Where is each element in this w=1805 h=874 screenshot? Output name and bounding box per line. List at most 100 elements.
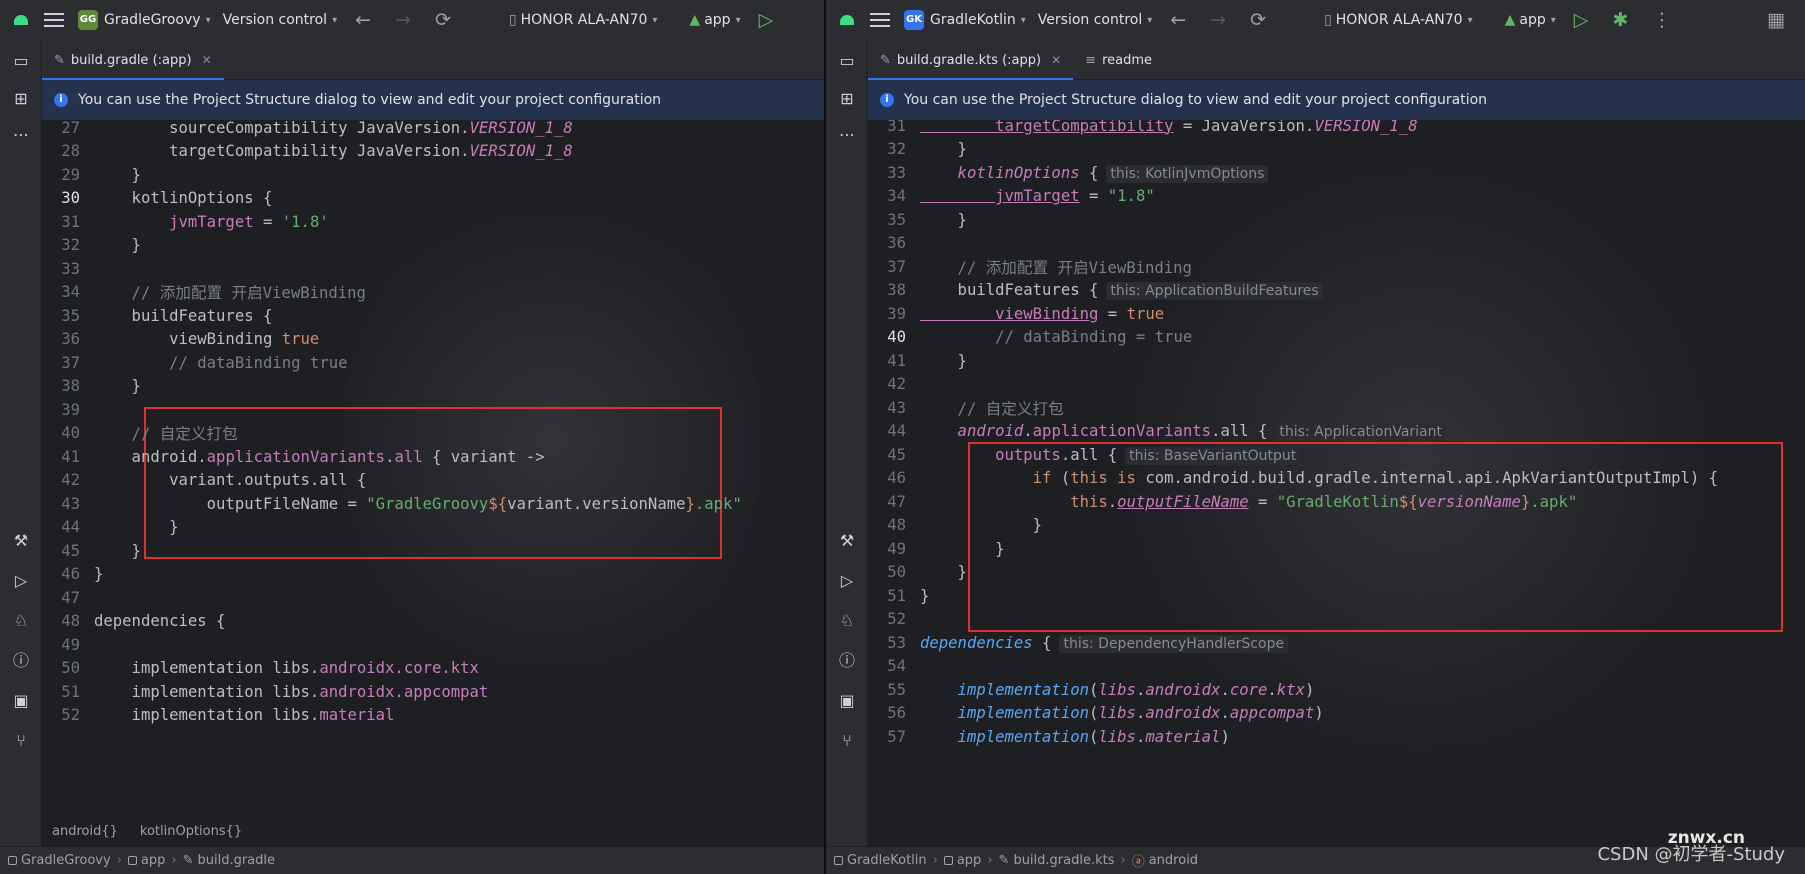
breadcrumb-item[interactable]: kotlinOptions{} <box>140 824 242 839</box>
terminal-icon[interactable]: ▣ <box>836 690 858 712</box>
code-text: implementation libs.androidx.core.ktx <box>94 659 479 677</box>
structure-icon[interactable]: ⊞ <box>10 88 32 110</box>
line-number: 35 <box>887 210 906 229</box>
main-toolbar: GG GradleGroovy ▾ Version control ▾ ← → ⟳ ▯… <box>0 0 824 40</box>
forward-arrow-icon[interactable]: → <box>383 9 423 31</box>
status-scope[interactable]: android <box>1149 853 1198 868</box>
line-number: 47 <box>61 588 80 607</box>
folder-icon[interactable]: ▭ <box>836 50 858 72</box>
project-selector[interactable]: GG GradleGroovy ▾ <box>72 0 217 40</box>
code-text: this.outputFileName = "GradleKotlin${ver… <box>920 493 1577 511</box>
run-icon[interactable]: ▷ <box>747 9 786 31</box>
code-token: } <box>920 210 967 229</box>
status-file[interactable]: build.gradle <box>197 853 275 868</box>
code-token: . <box>1220 704 1230 722</box>
line-number: 45 <box>887 445 906 464</box>
close-icon[interactable]: ✕ <box>202 53 212 67</box>
code-token: kotlinOptions <box>920 163 1080 182</box>
vcs-menu[interactable]: Version control ▾ <box>217 0 344 40</box>
line-number: 39 <box>61 400 80 419</box>
code-token: ( <box>1051 469 1071 487</box>
close-icon[interactable]: ✕ <box>1051 53 1061 67</box>
status-project[interactable]: GradleGroovy <box>21 853 111 868</box>
git-icon[interactable]: ⑂ <box>836 730 858 752</box>
code-text: implementation(libs.androidx.core.ktx) <box>920 680 1315 699</box>
more-icon[interactable]: ⋯ <box>836 124 858 146</box>
git-icon[interactable]: ⑂ <box>10 730 32 752</box>
code-text: kotlinOptions {this: KotlinJvmOptions <box>920 163 1269 183</box>
line-number: 42 <box>887 375 906 393</box>
code-token: ${ <box>1398 492 1418 511</box>
sync-icon[interactable]: ⟳ <box>1238 9 1278 31</box>
code-editor[interactable]: 27 sourceCompatibility JavaVersion.VERSI… <box>42 120 824 816</box>
problems-icon[interactable]: ⓘ <box>836 650 858 672</box>
code-token: } <box>94 541 141 560</box>
code-token: core <box>1229 680 1268 699</box>
status-project[interactable]: GradleKotlin <box>847 853 927 868</box>
tab-build-gradle-kts[interactable]: ✎ build.gradle.kts (:app) ✕ <box>868 40 1074 80</box>
code-text: jvmTarget = "1.8" <box>920 187 1155 205</box>
app-inspection-icon[interactable]: ♘ <box>10 610 32 632</box>
project-selector[interactable]: GK GradleKotlin ▾ <box>898 0 1032 40</box>
app-inspection-icon[interactable]: ♘ <box>836 610 858 632</box>
terminal-icon[interactable]: ▣ <box>10 690 32 712</box>
folder-icon[interactable]: ▭ <box>10 50 32 72</box>
code-line[interactable]: 57 implementation(libs.material) <box>868 723 1805 750</box>
run-tool-icon[interactable]: ▷ <box>836 570 858 592</box>
build-icon[interactable]: ⚒ <box>10 530 32 552</box>
layout-icon[interactable]: ▦ <box>1755 9 1797 31</box>
tab-build-gradle[interactable]: ✎ build.gradle (:app) ✕ <box>42 40 224 80</box>
status-module[interactable]: app <box>957 853 981 868</box>
device-selector[interactable]: ▯ HONOR ALA-AN70 ▾ <box>1318 0 1479 40</box>
inlay-hint: this: DependencyHandlerScope <box>1059 634 1289 653</box>
forward-arrow-icon[interactable]: → <box>1198 9 1238 31</box>
sync-icon[interactable]: ⟳ <box>423 9 463 31</box>
code-token: } <box>685 494 695 513</box>
more-icon[interactable]: ⋯ <box>10 124 32 146</box>
run-tool-icon[interactable]: ▷ <box>10 570 32 592</box>
chevron-down-icon: ▾ <box>332 14 338 26</box>
line-number: 41 <box>887 351 906 370</box>
structure-icon[interactable]: ⊞ <box>836 88 858 110</box>
more-actions-icon[interactable]: ⋮ <box>1640 9 1683 31</box>
run-config-selector[interactable]: ▲ app ▾ <box>683 0 746 40</box>
status-file[interactable]: build.gradle.kts <box>1013 853 1114 868</box>
tab-readme[interactable]: ≡ readme <box>1073 40 1164 80</box>
run-icon[interactable]: ▷ <box>1562 9 1601 31</box>
code-token: viewBinding <box>94 330 282 348</box>
code-line[interactable]: 52 implementation libs.material <box>42 702 824 729</box>
line-number: 33 <box>887 163 906 182</box>
line-number: 36 <box>61 330 80 348</box>
code-token: jvmTarget <box>920 187 1080 205</box>
chevron-down-icon: ▾ <box>1147 14 1153 26</box>
line-number: 38 <box>887 281 906 299</box>
code-token: androidx.core.ktx <box>319 659 479 677</box>
code-text: viewBinding true <box>94 330 319 348</box>
vcs-menu[interactable]: Version control ▾ <box>1032 0 1159 40</box>
build-icon[interactable]: ⚒ <box>836 530 858 552</box>
code-text: // 添加配置 开启ViewBinding <box>920 256 1192 278</box>
back-arrow-icon[interactable]: ← <box>1158 9 1198 31</box>
status-module[interactable]: app <box>141 853 165 868</box>
run-config-selector[interactable]: ▲ app ▾ <box>1499 0 1562 40</box>
code-token: true <box>281 330 320 348</box>
code-text: } <box>920 352 967 370</box>
code-token: targetCompatibility <box>920 120 1174 135</box>
problems-icon[interactable]: ⓘ <box>10 650 32 672</box>
debug-icon[interactable]: ✱ <box>1600 9 1640 31</box>
code-text: } <box>94 518 178 536</box>
line-number: 46 <box>887 469 906 487</box>
chevron-down-icon: ▾ <box>735 14 741 26</box>
main-menu-icon[interactable] <box>870 13 890 27</box>
main-toolbar: GK GradleKotlin ▾ Version control ▾ ← → ⟳ ▯… <box>826 0 1805 40</box>
device-selector[interactable]: ▯ HONOR ALA-AN70 ▾ <box>503 0 664 40</box>
code-editor[interactable]: 31 targetCompatibility = JavaVersion.VER… <box>868 120 1805 816</box>
back-arrow-icon[interactable]: ← <box>343 9 383 31</box>
chevron-down-icon: ▾ <box>652 14 658 26</box>
line-number: 32 <box>887 140 906 158</box>
code-token: } <box>920 539 1005 558</box>
line-number: 38 <box>61 377 80 395</box>
code-token: } <box>920 516 1043 534</box>
main-menu-icon[interactable] <box>44 13 64 27</box>
breadcrumb-item[interactable]: android{} <box>52 824 118 839</box>
